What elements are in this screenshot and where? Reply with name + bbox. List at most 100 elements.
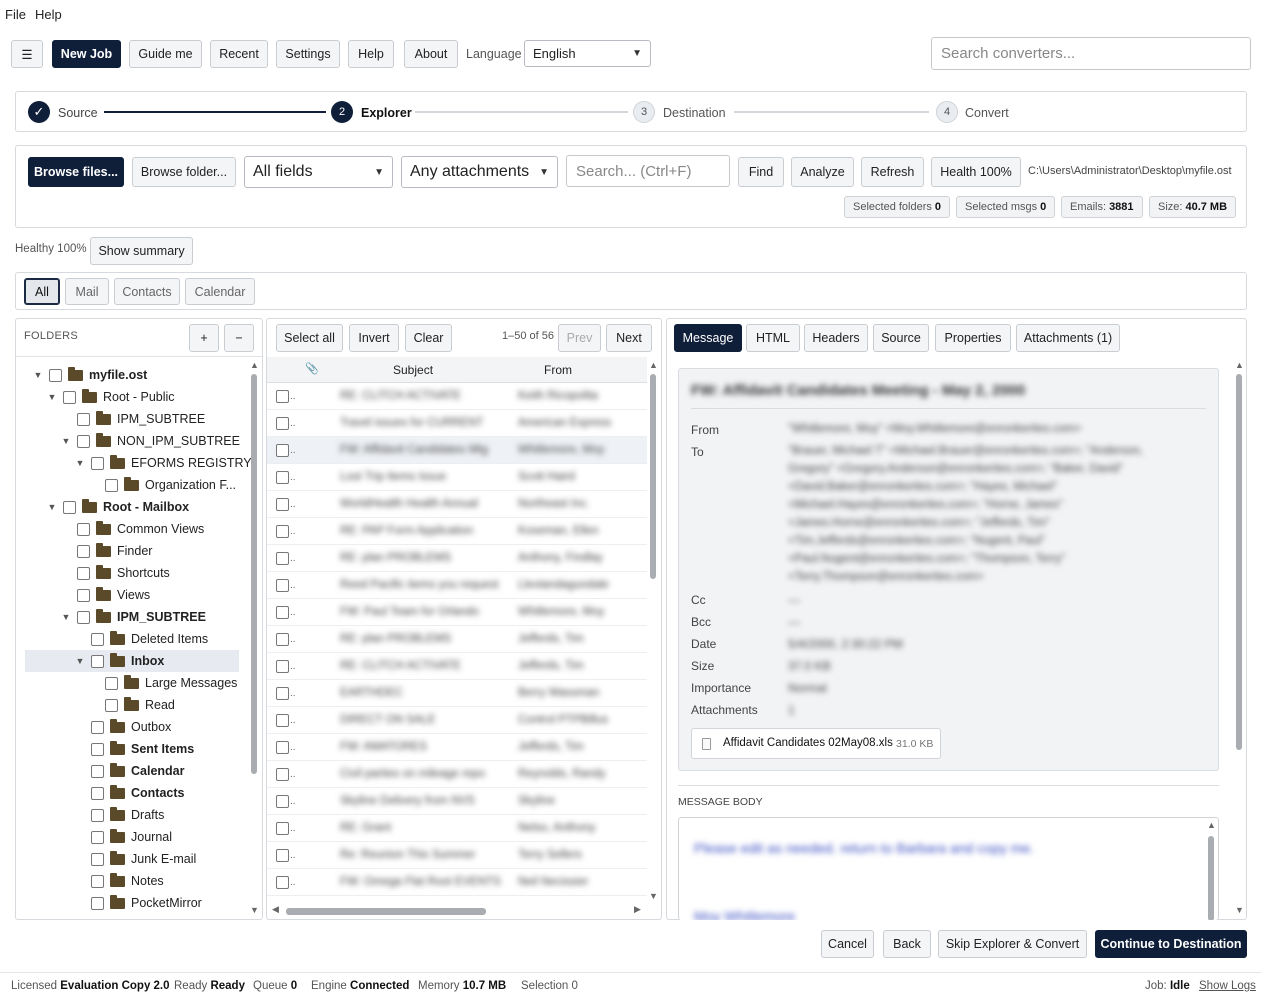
- folder-tree-item[interactable]: Shortcuts: [59, 562, 170, 584]
- message-row[interactable]: .. Skyline Delivery from NVS Skyline: [267, 788, 647, 815]
- folder-checkbox[interactable]: [91, 720, 104, 734]
- cancel-button[interactable]: Cancel: [821, 930, 874, 958]
- help-button[interactable]: Help: [348, 40, 394, 68]
- folders-scrollbar[interactable]: ▲ ▼: [249, 360, 259, 916]
- folder-checkbox[interactable]: [91, 632, 104, 646]
- folder-checkbox[interactable]: [63, 390, 76, 404]
- folder-checkbox[interactable]: [91, 764, 104, 778]
- scroll-thumb[interactable]: [1236, 374, 1242, 750]
- folder-tree-item[interactable]: ▼ Root - Mailbox: [45, 496, 189, 518]
- folder-checkbox[interactable]: [77, 588, 90, 602]
- folder-tree-item[interactable]: Sent Items: [73, 738, 194, 760]
- folder-checkbox[interactable]: [77, 566, 90, 580]
- folder-checkbox[interactable]: [91, 852, 104, 866]
- folder-checkbox[interactable]: [91, 830, 104, 844]
- folder-tree-item[interactable]: Outbox: [73, 716, 171, 738]
- scroll-up-arrow-icon[interactable]: ▲: [649, 360, 658, 370]
- message-row[interactable]: .. FW: AMATORES Jefferds, Tim: [267, 734, 647, 761]
- preview-tab[interactable]: Headers: [804, 324, 868, 352]
- folder-checkbox[interactable]: [91, 742, 104, 756]
- folder-checkbox[interactable]: [105, 698, 118, 712]
- continue-to-destination-button[interactable]: Continue to Destination: [1095, 930, 1247, 958]
- skip-explorer-button[interactable]: Skip Explorer & Convert: [938, 930, 1087, 958]
- folder-checkbox[interactable]: [91, 786, 104, 800]
- expand-toggle-icon[interactable]: ▼: [45, 502, 59, 512]
- fields-select[interactable]: All fields ▼: [244, 156, 393, 188]
- message-checkbox[interactable]: [276, 767, 289, 781]
- scroll-down-arrow-icon[interactable]: ▼: [250, 905, 259, 915]
- message-row[interactable]: .. DIRECT ON SALE Control PTPBillus: [267, 707, 647, 734]
- about-button[interactable]: About: [404, 40, 458, 68]
- expand-toggle-icon[interactable]: ▼: [59, 612, 73, 622]
- message-checkbox[interactable]: [276, 713, 289, 727]
- preview-tab[interactable]: HTML: [746, 324, 800, 352]
- folder-checkbox[interactable]: [77, 434, 90, 448]
- message-checkbox[interactable]: [276, 416, 289, 430]
- filter-tab-contacts[interactable]: Contacts: [114, 278, 180, 305]
- folder-tree-item[interactable]: ▼ Root - Public: [45, 386, 175, 408]
- message-search-input[interactable]: Search... (Ctrl+F): [566, 155, 730, 187]
- attachment-chip[interactable]: Affidavit Candidates 02May08.xls 31.0 KB: [691, 728, 941, 759]
- scroll-thumb[interactable]: [650, 374, 656, 579]
- converter-search-input[interactable]: Search converters...: [931, 37, 1251, 70]
- show-summary-button[interactable]: Show summary: [90, 237, 193, 265]
- invert-button[interactable]: Invert: [349, 324, 399, 352]
- remove-folder-button[interactable]: −: [224, 324, 254, 352]
- folder-checkbox[interactable]: [91, 896, 104, 910]
- scroll-thumb[interactable]: [1208, 836, 1214, 920]
- message-checkbox[interactable]: [276, 875, 289, 889]
- select-all-button[interactable]: Select all: [276, 324, 343, 352]
- folder-tree-item[interactable]: ▼ NON_IPM_SUBTREE: [59, 430, 240, 452]
- scroll-up-arrow-icon[interactable]: ▲: [1207, 820, 1216, 830]
- health-button[interactable]: Health 100%: [931, 157, 1021, 187]
- message-checkbox[interactable]: [276, 605, 289, 619]
- expand-toggle-icon[interactable]: ▼: [73, 458, 87, 468]
- filter-tab-calendar[interactable]: Calendar: [185, 278, 255, 305]
- folder-checkbox[interactable]: [91, 654, 104, 668]
- message-checkbox[interactable]: [276, 659, 289, 673]
- browse-files-button[interactable]: Browse files...: [28, 157, 124, 187]
- folder-tree-item[interactable]: Views: [59, 584, 150, 606]
- attachments-select[interactable]: Any attachments ▼: [401, 156, 558, 188]
- message-row[interactable]: .. Travel issues for CURRENT American Expr…: [267, 410, 647, 437]
- message-checkbox[interactable]: [276, 524, 289, 538]
- message-body-frame[interactable]: Please edit as needed. return to Barbara…: [678, 817, 1219, 920]
- message-row[interactable]: .. FW: Paul Team for Orlando Whitlemore, M…: [267, 599, 647, 626]
- show-logs-link[interactable]: Show Logs: [1199, 980, 1256, 992]
- expand-toggle-icon[interactable]: ▼: [45, 392, 59, 402]
- back-button[interactable]: Back: [883, 930, 931, 958]
- message-row[interactable]: .. Lost Trip Items Issue Scott Haird: [267, 464, 647, 491]
- scroll-up-arrow-icon[interactable]: ▲: [250, 360, 259, 370]
- folder-tree-item[interactable]: Notes: [73, 870, 164, 892]
- folder-checkbox[interactable]: [63, 500, 76, 514]
- message-checkbox[interactable]: [276, 470, 289, 484]
- folder-checkbox[interactable]: [77, 544, 90, 558]
- folder-tree-item[interactable]: Organization F...: [87, 474, 236, 496]
- folder-checkbox[interactable]: [91, 456, 104, 470]
- message-checkbox[interactable]: [276, 389, 289, 403]
- folder-tree-item[interactable]: Junk E-mail: [73, 848, 196, 870]
- folder-tree-item[interactable]: IPM_SUBTREE: [59, 408, 205, 430]
- folder-tree-item[interactable]: ▼ EFORMS REGISTRY: [73, 452, 252, 474]
- preview-scrollbar[interactable]: ▲ ▼: [1234, 360, 1244, 916]
- hamburger-menu-button[interactable]: ☰: [11, 40, 43, 68]
- folder-checkbox[interactable]: [91, 874, 104, 888]
- message-row[interactable]: .. RE: Grant Nelso, Anthony: [267, 815, 647, 842]
- message-checkbox[interactable]: [276, 686, 289, 700]
- menu-help[interactable]: Help: [35, 7, 62, 22]
- folder-tree-item[interactable]: Deleted Items: [73, 628, 208, 650]
- find-button[interactable]: Find: [738, 157, 784, 187]
- message-checkbox[interactable]: [276, 632, 289, 646]
- folder-checkbox[interactable]: [77, 522, 90, 536]
- next-page-button[interactable]: Next: [606, 324, 652, 352]
- message-checkbox[interactable]: [276, 848, 289, 862]
- add-folder-button[interactable]: +: [189, 324, 219, 352]
- guide-me-button[interactable]: Guide me: [129, 40, 202, 68]
- message-row[interactable]: .. RE: plan PROBLEMS Jefferds, Tim: [267, 626, 647, 653]
- message-checkbox[interactable]: [276, 821, 289, 835]
- filter-tab-all[interactable]: All: [24, 278, 60, 305]
- message-row[interactable]: .. RE: PAP Form Application Koseman, Ellen: [267, 518, 647, 545]
- folder-tree-item[interactable]: Calendar: [73, 760, 185, 782]
- scroll-thumb[interactable]: [251, 374, 257, 774]
- folder-tree-item[interactable]: Read: [87, 694, 175, 716]
